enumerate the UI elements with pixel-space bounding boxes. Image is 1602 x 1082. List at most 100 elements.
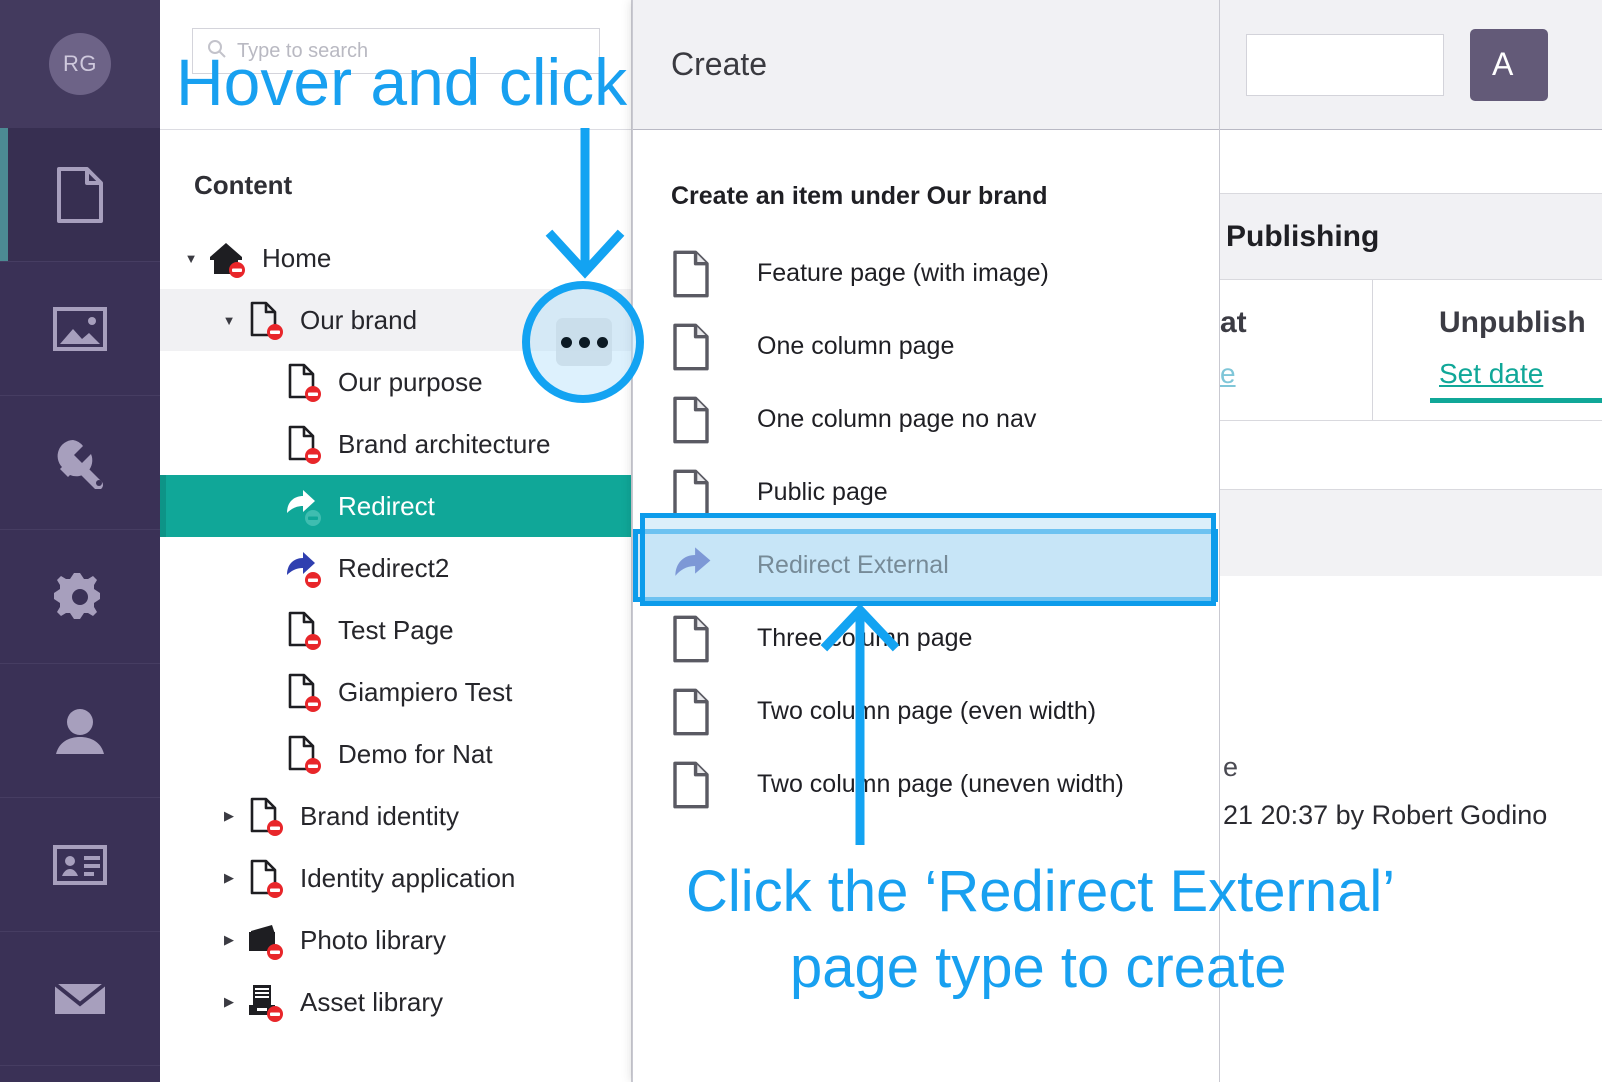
tree-node-label: Demo for Nat <box>338 738 493 769</box>
create-item[interactable]: One column page no nav <box>633 383 1219 456</box>
editor-band <box>1220 490 1602 576</box>
redirect-icon <box>671 543 725 589</box>
publish-at-link[interactable]: e <box>1220 358 1372 390</box>
page-title: Content <box>194 170 293 200</box>
document-icon <box>671 396 725 444</box>
tree-node[interactable]: ▶Demo for Nat <box>160 723 631 785</box>
photo-library-icon <box>242 919 288 961</box>
editor-search-input[interactable] <box>1246 33 1444 96</box>
action-button[interactable]: A <box>1470 28 1548 101</box>
document-icon <box>242 857 288 899</box>
image-icon <box>52 306 108 352</box>
avatar[interactable]: RG <box>49 33 111 95</box>
search-placeholder: Type to search <box>237 39 369 62</box>
document-icon <box>242 795 288 837</box>
app-root: RG Type to search Content ▼ Home ▼ Our b… <box>0 0 1602 1082</box>
tree-node-label: Redirect2 <box>338 552 450 583</box>
tree-node[interactable]: ▶ Photo library <box>160 909 631 971</box>
create-item[interactable]: Redirect External <box>633 529 1218 602</box>
search-input[interactable]: Type to search <box>192 28 600 74</box>
tree-node[interactable]: ▶ Identity application <box>160 847 631 909</box>
contact-card-icon <box>52 844 108 886</box>
tree-node-label: Brand architecture <box>338 428 551 459</box>
document-icon <box>280 609 326 651</box>
tree-node-label: Our purpose <box>338 366 483 397</box>
create-item-label: Redirect External <box>757 551 949 579</box>
tree-node[interactable]: ▶ Brand identity <box>160 785 631 847</box>
tree-node-label: Identity application <box>300 862 516 893</box>
create-item[interactable]: Two column page (even width) <box>633 675 1219 748</box>
last-edited-meta: 21 20:37 by Robert Godino <box>1223 800 1548 830</box>
sidebar-item-tools[interactable] <box>0 396 160 530</box>
document-icon <box>280 423 326 465</box>
tree-node[interactable]: ▶Redirect2 <box>160 537 631 599</box>
create-item-label: Feature page (with image) <box>757 259 1049 287</box>
app-rail: RG <box>0 0 160 1082</box>
document-icon <box>671 688 725 736</box>
tree-node-label: Redirect <box>338 490 435 521</box>
chevron-down-icon[interactable]: ▼ <box>178 251 204 266</box>
create-item[interactable]: Public page <box>633 456 1219 529</box>
document-icon <box>280 671 326 713</box>
content-tree: ▼Home▼Our brand▶Our purpose▶Brand archit… <box>160 227 631 1033</box>
document-icon <box>280 733 326 775</box>
chevron-right-icon[interactable]: ▶ <box>216 932 242 948</box>
tree-node[interactable]: ▼ Our brand <box>160 289 631 351</box>
redirect-icon <box>280 547 326 589</box>
tree-node[interactable]: ▶Brand architecture <box>160 413 631 475</box>
sidebar-item-forms[interactable] <box>0 932 160 1066</box>
tree-node-label: Our brand <box>300 304 418 335</box>
tree-node-label: Asset library <box>300 986 444 1017</box>
tree-node-label: Test Page <box>338 614 454 645</box>
publish-at-label: at <box>1220 306 1247 339</box>
document-icon <box>671 323 725 371</box>
chevron-right-icon[interactable]: ▶ <box>216 870 242 886</box>
tree-node[interactable]: ▶Redirect <box>160 475 631 537</box>
create-item[interactable]: Feature page (with image) <box>633 237 1219 310</box>
rail-user-area[interactable]: RG <box>0 0 160 128</box>
document-icon <box>671 615 725 663</box>
sidebar-item-media[interactable] <box>0 262 160 396</box>
gear-icon <box>52 569 108 625</box>
create-item-list: Feature page (with image) One column page… <box>633 237 1219 821</box>
tree-node[interactable]: ▶Our purpose <box>160 351 631 413</box>
tree-node-label: Photo library <box>300 924 446 955</box>
create-item-label: One column page no nav <box>757 405 1037 433</box>
document-icon <box>671 761 725 809</box>
teal-accent-bar <box>1430 398 1602 403</box>
set-date-link[interactable]: Set date <box>1439 358 1602 390</box>
document-icon <box>671 250 725 298</box>
sidebar-item-users[interactable] <box>0 664 160 798</box>
create-item[interactable]: Two column page (uneven width) <box>633 748 1219 821</box>
sidebar-item-content[interactable] <box>0 128 160 262</box>
tree-node[interactable]: ▶Giampiero Test <box>160 661 631 723</box>
unpublish-at-label: Unpublish <box>1439 306 1586 339</box>
chevron-down-icon[interactable]: ▼ <box>216 313 242 328</box>
publish-at-cell: at e <box>1220 280 1372 420</box>
document-icon <box>671 469 725 517</box>
chevron-right-icon[interactable]: ▶ <box>216 808 242 824</box>
section-title: Publishing <box>1220 194 1602 280</box>
tree-search-area: Type to search <box>160 0 631 130</box>
create-item-label: Two column page (uneven width) <box>757 770 1124 798</box>
document-icon <box>242 299 288 341</box>
create-item[interactable]: Three column page <box>633 602 1219 675</box>
person-icon <box>52 706 108 756</box>
editor-tab-row[interactable] <box>1220 130 1602 194</box>
create-item-label: Two column page (even width) <box>757 697 1097 725</box>
tree-node-label: Giampiero Test <box>338 676 513 707</box>
sidebar-item-members[interactable] <box>0 798 160 932</box>
create-item-label: Three column page <box>757 624 973 652</box>
editor-toolbar: A <box>1220 0 1602 130</box>
home-icon <box>204 237 250 279</box>
chevron-right-icon[interactable]: ▶ <box>216 994 242 1010</box>
search-icon <box>207 39 227 64</box>
create-item[interactable]: One column page <box>633 310 1219 383</box>
tree-node[interactable]: ▶ Asset library <box>160 971 631 1033</box>
create-panel: Create Create an item under Our brand Fe… <box>632 0 1220 1082</box>
content-tree-panel: Type to search Content ▼Home▼Our brand▶O… <box>160 0 632 1082</box>
tree-node[interactable]: ▶Test Page <box>160 599 631 661</box>
sidebar-item-settings[interactable] <box>0 530 160 664</box>
tree-node[interactable]: ▼ Home <box>160 227 631 289</box>
redirect-icon <box>280 485 326 527</box>
